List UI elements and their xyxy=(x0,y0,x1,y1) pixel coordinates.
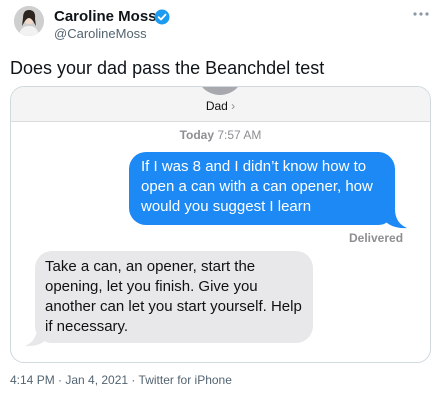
messages-header: Dad › xyxy=(11,87,430,122)
delivered-status: Delivered xyxy=(349,231,404,245)
author-name[interactable]: Caroline Moss xyxy=(54,8,157,25)
incoming-message-text: Take a can, an opener, start the opening… xyxy=(45,258,302,335)
message-timestamp: Today 7:57 AM xyxy=(11,128,430,142)
verified-badge-icon xyxy=(154,9,170,25)
tweet-text: Does your dad pass the Beanchdel test xyxy=(10,58,325,78)
contact-avatar xyxy=(196,87,244,95)
tweet-image[interactable]: Dad › Today 7:57 AM If I was 8 and I did… xyxy=(10,86,431,363)
more-dots-icon[interactable] xyxy=(413,6,429,20)
timestamp-day: Today xyxy=(179,128,215,142)
chevron-right-icon: › xyxy=(231,99,236,113)
author-avatar[interactable] xyxy=(14,6,44,36)
author-handle[interactable]: @CarolineMoss xyxy=(54,26,147,41)
contact-name: Dad › xyxy=(11,99,430,113)
timestamp-time: 7:57 AM xyxy=(217,128,262,142)
contact-name-label: Dad xyxy=(205,99,228,113)
tweet-meta[interactable]: 4:14 PM · Jan 4, 2021 · Twitter for iPho… xyxy=(10,373,232,387)
outgoing-message-text: If I was 8 and I didn’t know how to open… xyxy=(141,158,373,215)
